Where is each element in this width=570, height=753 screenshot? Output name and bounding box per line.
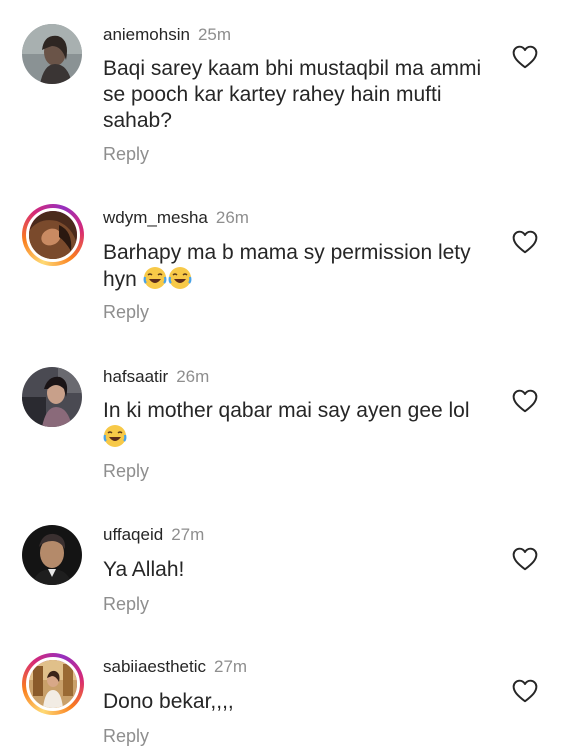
heart-icon[interactable] <box>512 679 538 703</box>
timestamp: 26m <box>215 208 249 227</box>
comment-meta: wdym_mesha 26m <box>103 208 249 228</box>
avatar[interactable] <box>22 24 82 84</box>
heart-icon[interactable] <box>512 389 538 413</box>
timestamp: 27m <box>171 525 205 544</box>
avatar[interactable] <box>22 204 84 266</box>
comment-text-content: In ki mother qabar mai say ayen gee lol <box>103 399 470 422</box>
timestamp: 25m <box>197 25 232 44</box>
timestamp: 26m <box>176 367 210 386</box>
reply-button[interactable]: Reply <box>103 461 149 482</box>
avatar-image <box>29 660 77 708</box>
reply-button[interactable]: Reply <box>103 726 149 747</box>
comment-text: Baqi sarey kaam bhi mustaqbil ma ammi se… <box>103 57 482 132</box>
avatar-image <box>22 367 82 427</box>
avatar-image <box>22 525 82 585</box>
reply-button[interactable]: Reply <box>103 144 149 165</box>
username[interactable]: uffaqeid <box>103 525 163 544</box>
reply-button[interactable]: Reply <box>103 302 149 323</box>
comment-meta: aniemohsin 25m <box>103 25 231 45</box>
comment-meta: sabiiaesthetic 27m <box>103 657 247 677</box>
username[interactable]: sabiiaesthetic <box>103 657 206 676</box>
timestamp: 27m <box>214 657 248 676</box>
laughing-emoji-icon <box>143 266 167 290</box>
comment-meta: uffaqeid 27m <box>103 525 204 545</box>
laughing-emoji-icon <box>103 424 127 448</box>
avatar-image <box>29 211 77 259</box>
avatar-image <box>22 24 82 84</box>
avatar[interactable] <box>22 653 84 715</box>
reply-button[interactable]: Reply <box>103 594 149 615</box>
laughing-emoji-icon <box>168 266 192 290</box>
username[interactable]: hafsaatir <box>103 367 168 386</box>
username[interactable]: aniemohsin <box>103 25 190 44</box>
comment-text: Barhapy ma b mama sy permission lety hyn <box>103 240 493 293</box>
comment-text: In ki mother qabar mai say ayen gee lol <box>103 398 493 451</box>
comment-text: Dono bekar,,,, <box>103 690 234 713</box>
heart-icon[interactable] <box>512 45 538 69</box>
heart-icon[interactable] <box>512 230 538 254</box>
comment-text: Ya Allah! <box>103 558 185 581</box>
heart-icon[interactable] <box>512 547 538 571</box>
username[interactable]: wdym_mesha <box>103 208 208 227</box>
avatar[interactable] <box>22 525 82 585</box>
comment-meta: hafsaatir 26m <box>103 367 209 387</box>
avatar[interactable] <box>22 367 82 427</box>
